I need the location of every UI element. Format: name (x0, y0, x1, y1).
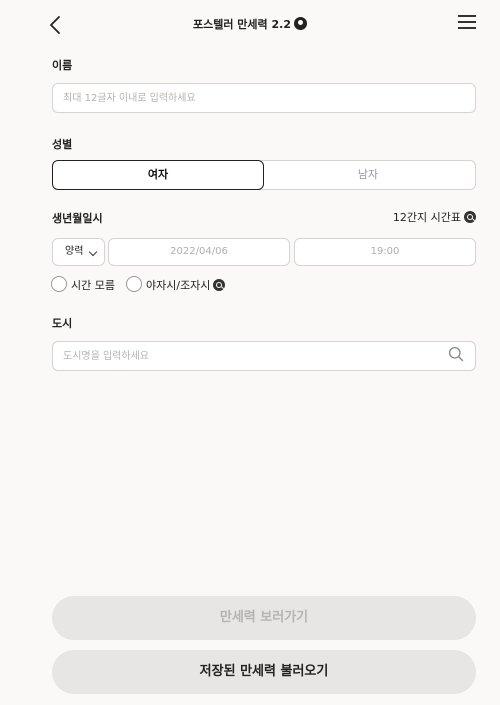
name-input[interactable] (52, 83, 476, 113)
birth-date-field[interactable]: 2022/04/06 (108, 238, 290, 266)
calendar-type-select[interactable]: 양력 (52, 238, 105, 266)
city-label: 도시 (52, 317, 73, 330)
yajasi-checkbox[interactable]: 야자시/조자시 (126, 276, 226, 292)
zodiac-time-table-label: 12간지 시간표 (392, 211, 461, 224)
radio-circle-icon (126, 276, 142, 292)
gender-male-button[interactable]: 남자 (260, 160, 476, 190)
unknown-time-label: 시간 모름 (71, 279, 115, 292)
radio-circle-icon (51, 276, 67, 292)
gender-label: 성별 (52, 138, 73, 151)
yajasi-label: 야자시/조자시 (146, 279, 211, 292)
app-header: 포스텔러 만세력 2.2 (0, 0, 500, 48)
calendar-type-value: 양력 (65, 246, 84, 257)
city-search-input[interactable] (52, 341, 476, 371)
gender-female-button[interactable]: 여자 (52, 160, 264, 190)
birth-label: 생년월일시 (52, 212, 103, 225)
search-badge-icon (464, 211, 476, 223)
hamburger-menu-icon[interactable] (458, 15, 476, 31)
page-title-text: 포스텔러 만세력 2.2 (193, 18, 291, 31)
gender-selector: 여자 남자 (52, 160, 476, 190)
load-saved-manseryeok-button[interactable]: 저장된 만세력 불러오기 (52, 650, 476, 694)
view-manseryeok-button[interactable]: 만세력 보러가기 (52, 596, 476, 640)
chevron-down-icon (88, 247, 98, 257)
brand-logo-icon (294, 17, 307, 30)
page-title: 포스텔러 만세력 2.2 (0, 16, 500, 32)
search-badge-icon[interactable] (213, 279, 226, 291)
birth-time-field[interactable]: 19:00 (294, 238, 476, 266)
name-label: 이름 (52, 59, 73, 72)
zodiac-time-table-link[interactable]: 12간지 시간표 (393, 209, 476, 225)
search-icon[interactable] (448, 346, 464, 362)
unknown-time-checkbox[interactable]: 시간 모름 (51, 276, 115, 292)
